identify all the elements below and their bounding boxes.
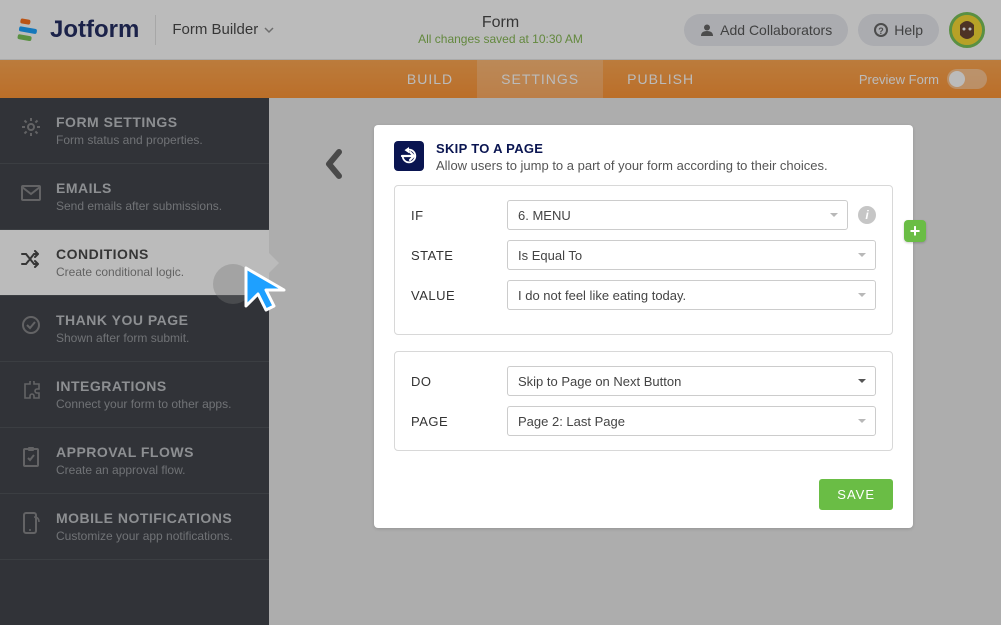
content-area: SKIP TO A PAGE Allow users to jump to a …	[269, 98, 1001, 625]
add-rule-button[interactable]: +	[904, 220, 926, 242]
page-label: PAGE	[411, 414, 507, 429]
gear-icon	[20, 116, 42, 138]
logo-text: Jotform	[50, 16, 139, 44]
if-rule-group: IF 6. MENU i STATE Is Equal To VALUE	[394, 185, 893, 335]
if-field-select[interactable]: 6. MENU	[507, 200, 848, 230]
main: FORM SETTINGSForm status and properties.…	[0, 98, 1001, 625]
sidebar-item-mobile-notifications[interactable]: MOBILE NOTIFICATIONSCustomize your app n…	[0, 494, 269, 560]
preview-form[interactable]: Preview Form	[859, 69, 987, 89]
do-rule-group: DO Skip to Page on Next Button PAGE Page…	[394, 351, 893, 451]
sidebar-item-label: THANK YOU PAGE	[56, 312, 189, 328]
value-label: VALUE	[411, 288, 507, 303]
sidebar-item-form-settings[interactable]: FORM SETTINGSForm status and properties.	[0, 98, 269, 164]
help-icon: ?	[874, 23, 888, 37]
shuffle-icon	[20, 248, 42, 270]
condition-card: SKIP TO A PAGE Allow users to jump to a …	[374, 125, 913, 528]
person-icon	[700, 23, 714, 37]
logo[interactable]: Jotform	[16, 16, 139, 44]
card-title: SKIP TO A PAGE	[436, 141, 828, 156]
state-select[interactable]: Is Equal To	[507, 240, 876, 270]
header-center: Form All changes saved at 10:30 AM	[418, 14, 583, 46]
sidebar-item-emails[interactable]: EMAILSSend emails after submissions.	[0, 164, 269, 230]
page-select[interactable]: Page 2: Last Page	[507, 406, 876, 436]
chevron-down-icon	[264, 25, 274, 35]
sidebar: FORM SETTINGSForm status and properties.…	[0, 98, 269, 625]
value-select[interactable]: I do not feel like eating today.	[507, 280, 876, 310]
top-header: Jotform Form Builder Form All changes sa…	[0, 0, 1001, 60]
tab-settings[interactable]: SETTINGS	[477, 60, 603, 98]
avatar[interactable]	[949, 12, 985, 48]
builder-label-text: Form Builder	[172, 21, 258, 38]
mail-icon	[20, 182, 42, 204]
caret-down-icon	[857, 416, 867, 426]
sidebar-item-label: INTEGRATIONS	[56, 378, 231, 394]
mobile-icon	[20, 512, 42, 534]
caret-down-icon	[857, 250, 867, 260]
if-label: IF	[411, 208, 507, 223]
sidebar-item-label: EMAILS	[56, 180, 222, 196]
nav-tabs: BUILD SETTINGS PUBLISH	[383, 60, 718, 98]
save-status: All changes saved at 10:30 AM	[418, 32, 583, 46]
do-action-select[interactable]: Skip to Page on Next Button	[507, 366, 876, 396]
help-button[interactable]: ? Help	[858, 14, 939, 46]
caret-down-icon	[857, 376, 867, 386]
clipboard-check-icon	[20, 446, 42, 468]
state-label: STATE	[411, 248, 507, 263]
sidebar-item-label: FORM SETTINGS	[56, 114, 203, 130]
builder-dropdown[interactable]: Form Builder	[172, 21, 274, 38]
caret-down-icon	[829, 210, 839, 220]
add-collaborators-button[interactable]: Add Collaborators	[684, 14, 848, 46]
header-right: Add Collaborators ? Help	[684, 12, 985, 48]
sidebar-item-thank-you[interactable]: THANK YOU PAGEShown after form submit.	[0, 296, 269, 362]
tutorial-cursor	[238, 260, 298, 325]
preview-toggle[interactable]	[947, 69, 987, 89]
orange-nav: BUILD SETTINGS PUBLISH Preview Form	[0, 60, 1001, 98]
save-button[interactable]: SAVE	[819, 479, 893, 510]
form-title[interactable]: Form	[418, 14, 583, 32]
info-icon[interactable]: i	[858, 206, 876, 224]
check-circle-icon	[20, 314, 42, 336]
card-description: Allow users to jump to a part of your fo…	[436, 158, 828, 173]
sidebar-item-integrations[interactable]: INTEGRATIONSConnect your form to other a…	[0, 362, 269, 428]
sidebar-item-label: MOBILE NOTIFICATIONS	[56, 510, 233, 526]
sidebar-item-label: CONDITIONS	[56, 246, 184, 262]
svg-text:?: ?	[878, 26, 884, 36]
tab-publish[interactable]: PUBLISH	[603, 60, 718, 98]
sidebar-item-label: APPROVAL FLOWS	[56, 444, 194, 460]
do-label: DO	[411, 374, 507, 389]
preview-label: Preview Form	[859, 72, 939, 87]
tab-build[interactable]: BUILD	[383, 60, 477, 98]
caret-down-icon	[857, 290, 867, 300]
sidebar-item-approval-flows[interactable]: APPROVAL FLOWSCreate an approval flow.	[0, 428, 269, 494]
header-divider	[155, 15, 156, 45]
back-button[interactable]	[324, 148, 344, 185]
skip-page-icon	[394, 141, 424, 171]
logo-icon	[16, 16, 44, 44]
puzzle-icon	[20, 380, 42, 402]
